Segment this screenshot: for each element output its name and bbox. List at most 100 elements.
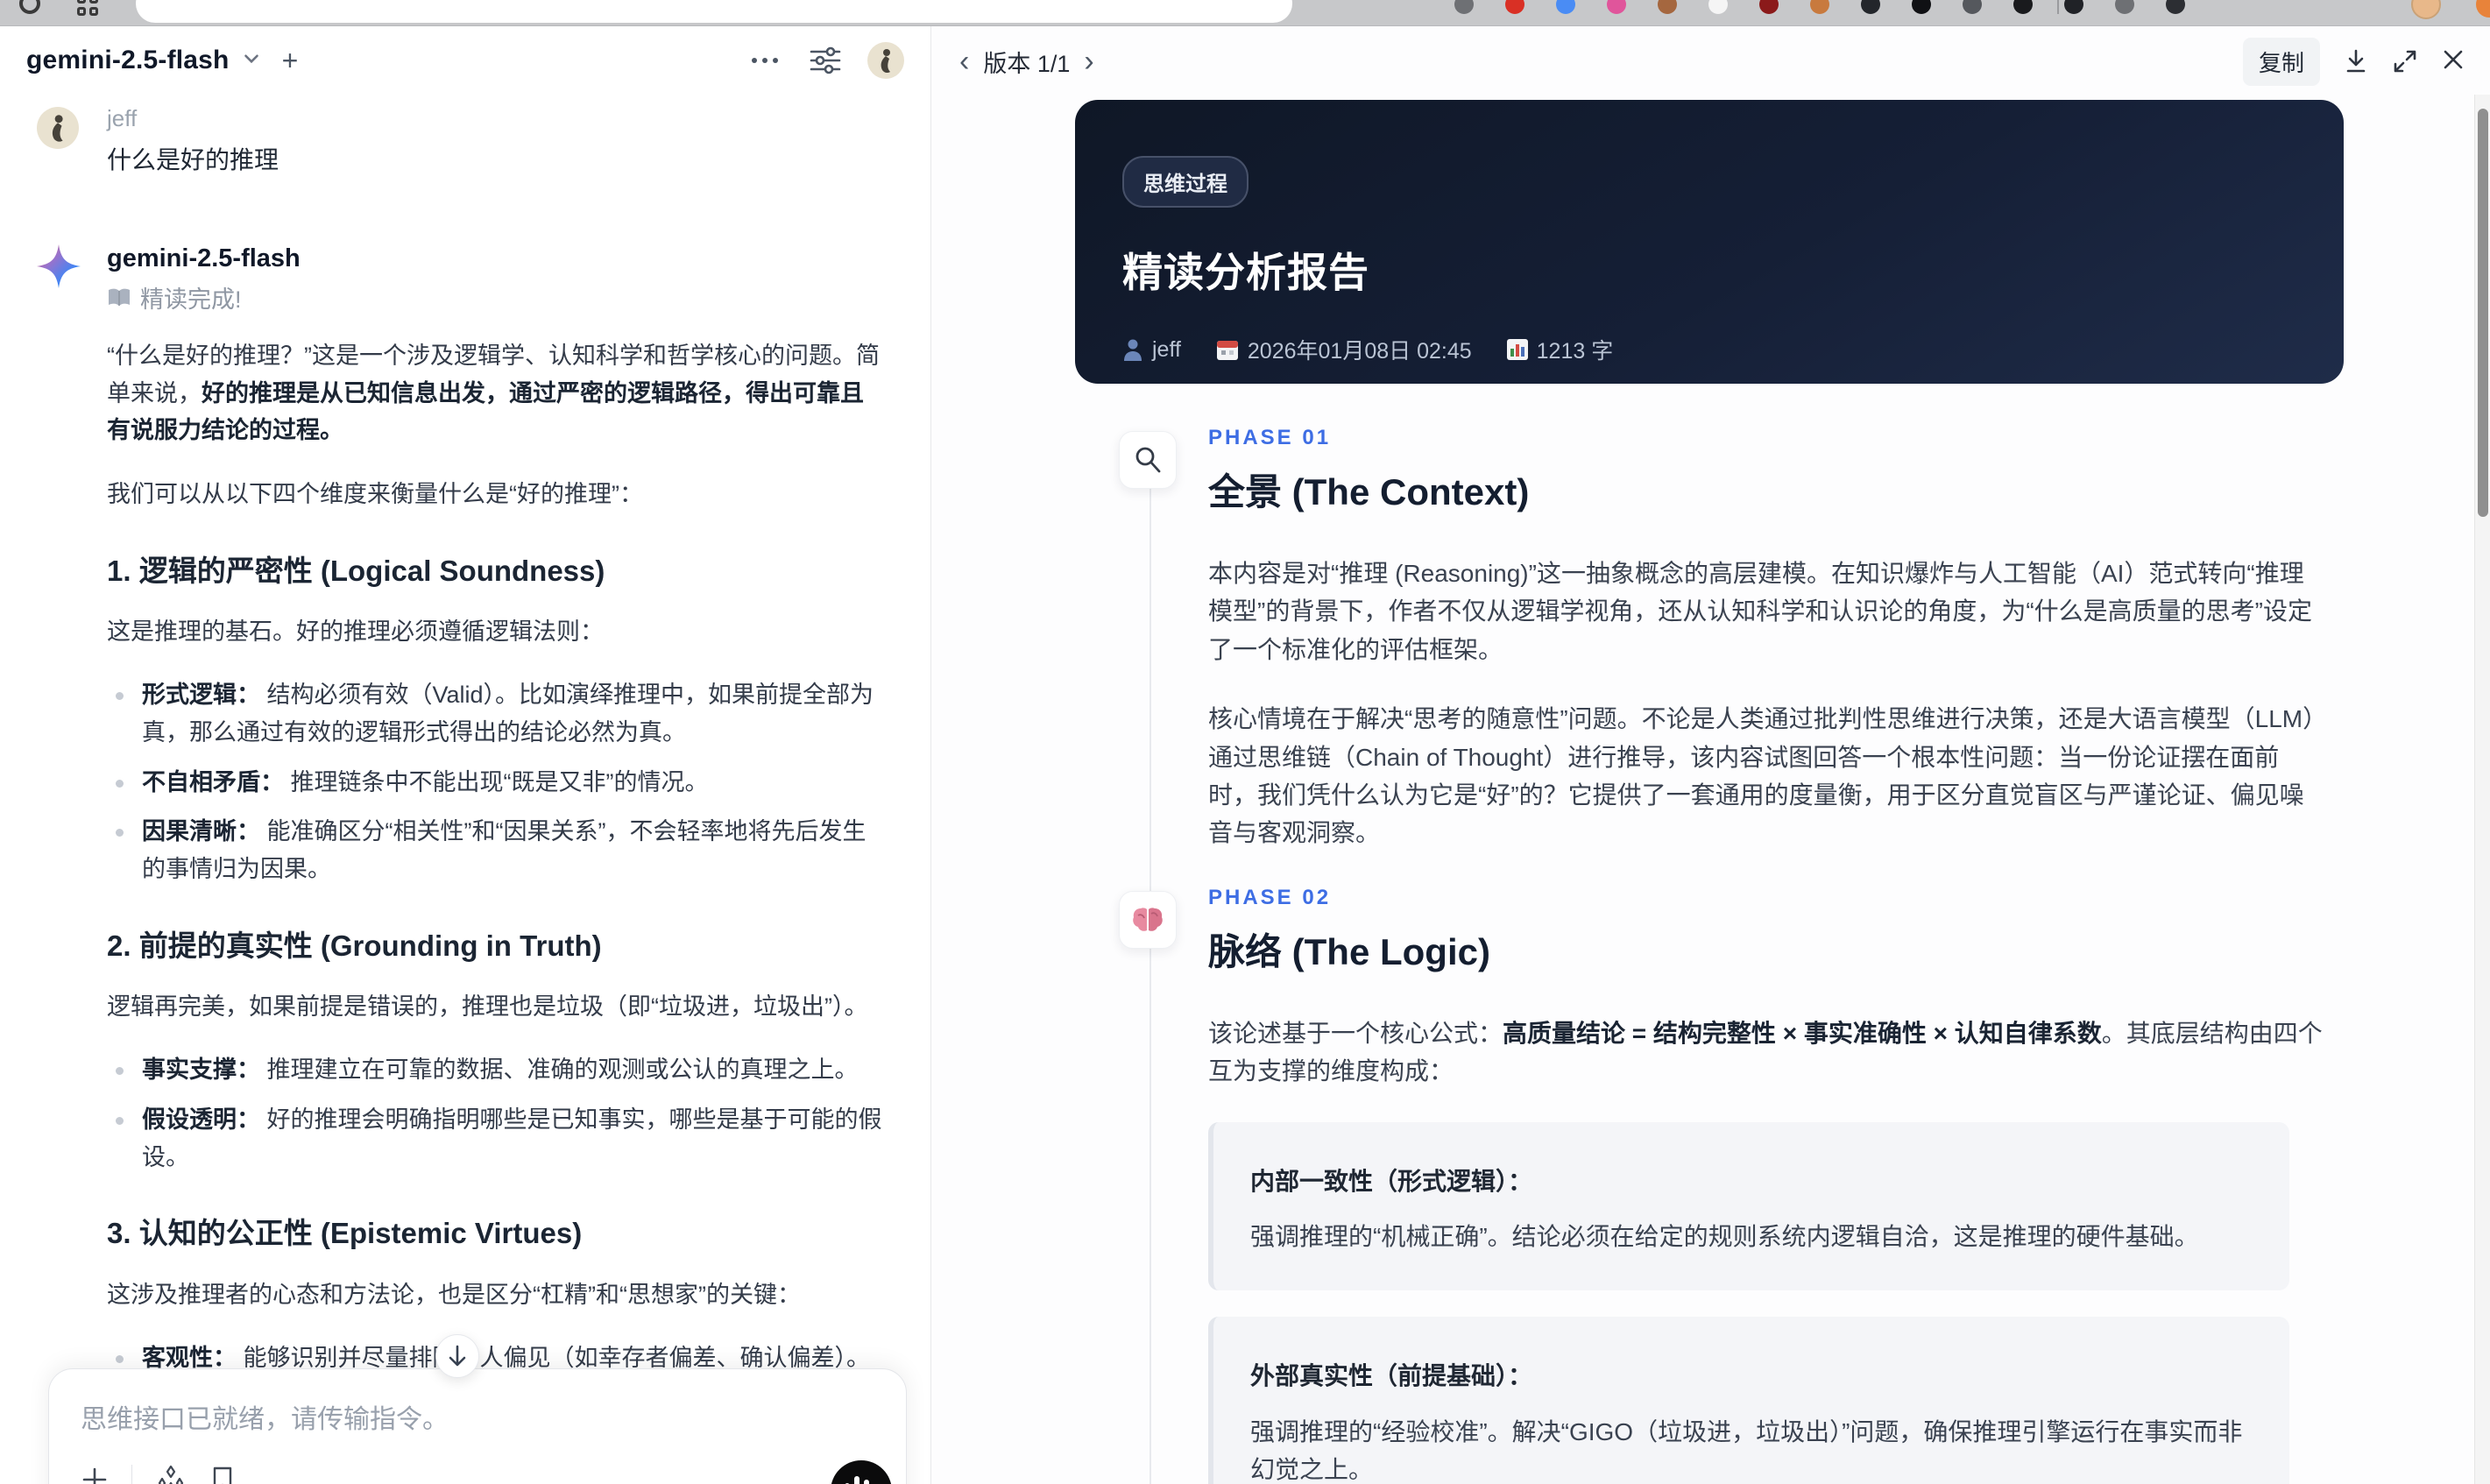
bullet-list: 事实支撑： 推理建立在可靠的数据、准确的观测或公认的真理之上。 假设透明： 好的… [107, 1051, 887, 1176]
wordcount-meta: 1213 字 [1506, 334, 1613, 365]
phase-body: 本内容是对“推理 (Reasoning)”这一抽象概念的高层建模。在知识爆炸与人… [1208, 555, 2325, 852]
report-title: 精读分析报告 [1122, 250, 1369, 295]
section-intro: 逻辑再完美，如果前提是错误的，推理也是垃圾（即“垃圾进，垃圾出”）。 [107, 993, 868, 1020]
person-icon [1124, 339, 1142, 361]
bar-chart-icon [1506, 339, 1528, 360]
close-icon[interactable] [2441, 47, 2465, 76]
composer-toolbar [81, 1464, 236, 1484]
copy-button[interactable]: 复制 [2242, 37, 2320, 86]
phase-title: 脉络 (The Logic) [1208, 930, 1490, 972]
toolbar-divider [2057, 0, 2059, 14]
scrollbar-thumb[interactable] [2478, 109, 2488, 517]
extension-icon[interactable] [1556, 0, 1575, 14]
phase-title: 全景 (The Context) [1208, 471, 1530, 512]
version-label: 版本 1/1 [983, 50, 1071, 77]
chevron-down-icon[interactable] [240, 47, 263, 74]
assistant-status: 精读完成! [107, 280, 887, 314]
assistant-name: gemini-2.5-flash [107, 244, 301, 272]
chat-header: gemini-2.5-flash + [0, 26, 930, 95]
hero-badge: 思维过程 [1122, 156, 1249, 208]
more-options-icon[interactable] [750, 55, 780, 66]
browser-apps-icon[interactable] [77, 0, 100, 16]
assistant-content: “什么是好的推理？”这是一个涉及逻辑学、认知科学和哲学核心的问题。简单来说，好的… [107, 337, 887, 1484]
paragraph: “什么是好的推理？”这是一个涉及逻辑学、认知科学和哲学核心的问题。简单来说，好的… [107, 343, 880, 444]
new-chat-button[interactable]: + [282, 45, 299, 77]
extension-icon[interactable] [1607, 0, 1626, 14]
extension-icon[interactable] [1505, 0, 1524, 14]
chat-panel: gemini-2.5-flash + jeff 什么是好的推理 gemini-2… [0, 26, 931, 1484]
assistant-message: gemini-2.5-flash 精读完成! “什么是好的推理？”这是一个涉及逻… [37, 244, 887, 1484]
composer-input[interactable]: 思维接口已就绪，请传输指令。 [81, 1397, 874, 1436]
phase-section-2: PHASE 02 脉络 (The Logic) 该论述基于一个核心公式：高质量结… [931, 886, 2474, 1484]
voice-input-button[interactable] [831, 1460, 892, 1484]
extension-icon[interactable] [1861, 0, 1880, 14]
extension-icon[interactable] [1912, 0, 1931, 14]
section-intro: 这涉及推理者的心态和方法论，也是区分“杠精”和“思想家”的关键： [107, 1281, 801, 1308]
paragraph: 本内容是对“推理 (Reasoning)”这一抽象概念的高层建模。在知识爆炸与人… [1208, 560, 2312, 663]
phase-label: PHASE 02 [1208, 885, 1332, 909]
message-author: jeff [107, 105, 138, 131]
list-item: 事实支撑： 推理建立在可靠的数据、准确的观测或公认的真理之上。 [107, 1051, 887, 1089]
previous-version-button[interactable]: ‹ [954, 46, 974, 76]
next-version-button[interactable]: › [1079, 46, 1099, 76]
bookmark-icon[interactable] [209, 1465, 236, 1484]
extension-icon[interactable] [1658, 0, 1677, 14]
list-item: 因果清晰： 能准确区分“相关性”和“因果关系”，不会轻率地将先后发生的事情归为因… [107, 813, 887, 887]
browser-address-bar[interactable] [136, 0, 1292, 23]
extension-icon[interactable] [2064, 0, 2083, 14]
extension-icon[interactable] [1708, 0, 1728, 14]
extension-icon[interactable] [1759, 0, 1779, 14]
extension-icon[interactable] [2166, 0, 2185, 14]
extension-icon[interactable] [1454, 0, 1474, 14]
composer[interactable]: 思维接口已就绪，请传输指令。 [48, 1368, 907, 1484]
phase-label: PHASE 01 [1208, 426, 1332, 449]
phase-body: 该论述基于一个核心公式：高质量结论 = 结构完整性 × 事实准确性 × 认知自律… [1208, 1014, 2325, 1091]
section-heading: 3. 认知的公正性 (Epistemic Virtues) [107, 1217, 583, 1250]
calendar-icon [1216, 341, 1238, 360]
list-item: 形式逻辑： 结构必须有效（Valid）。比如演绎推理中，如果前提全部为真，那么通… [107, 676, 887, 751]
report-panel: ‹ 版本 1/1 › 复制 思维过程 精读分析报告 jeff 2026年01月0… [931, 26, 2490, 1484]
brain-icon [1119, 890, 1177, 949]
list-item: 假设透明： 好的推理会明确指明哪些是已知事实，哪些是基于可能的假设。 [107, 1101, 887, 1176]
tune-sliders-icon[interactable] [810, 46, 841, 75]
magnifier-icon [1119, 431, 1177, 489]
profile-avatar[interactable] [867, 42, 904, 79]
section-heading: 2. 前提的真实性 (Grounding in Truth) [107, 929, 602, 962]
author-meta: jeff [1122, 337, 1181, 363]
browser-menu-icon[interactable] [2476, 0, 2490, 18]
report-meta: jeff 2026年01月08日 02:45 1213 字 [1122, 334, 2296, 365]
browser-profile-avatar[interactable] [2411, 0, 2441, 19]
extension-icon[interactable] [1963, 0, 1982, 14]
extension-icon[interactable] [2115, 0, 2134, 14]
scroll-to-bottom-button[interactable] [435, 1334, 479, 1378]
user-avatar [37, 107, 79, 149]
sparkle-tools-icon[interactable] [155, 1464, 187, 1484]
section-intro: 这是推理的基石。好的推理必须遵循逻辑法则： [107, 618, 604, 645]
section-heading: 1. 逻辑的严密性 (Logical Soundness) [107, 554, 605, 587]
dimension-box: 外部真实性（前提基础）： 强调推理的“经验校准”。解决“GIGO（垃圾进，垃圾出… [1208, 1317, 2289, 1484]
paragraph: 核心情境在于解决“思考的随意性”问题。不论是人类通过批判性思维进行决策，还是大语… [1208, 705, 2316, 847]
date-meta: 2026年01月08日 02:45 [1216, 334, 1472, 365]
user-message: jeff 什么是好的推理 [37, 105, 887, 176]
list-item: 不自相矛盾： 推理链条中不能出现“既是又非”的情况。 [107, 764, 887, 802]
paragraph: 该论述基于一个核心公式：高质量结论 = 结构完整性 × 事实准确性 × 认知自律… [1208, 1019, 2323, 1085]
toolbar-divider [131, 1465, 132, 1484]
browser-toolbar [0, 0, 2490, 26]
add-attachment-icon[interactable] [81, 1466, 109, 1484]
bullet-list: 形式逻辑： 结构必须有效（Valid）。比如演绎推理中，如果前提全部为真，那么通… [107, 676, 887, 887]
extension-icon[interactable] [1810, 0, 1829, 14]
report-hero-card: 思维过程 精读分析报告 jeff 2026年01月08日 02:45 1213 … [1075, 100, 2344, 384]
report-content: 思维过程 精读分析报告 jeff 2026年01月08日 02:45 1213 … [931, 98, 2474, 1484]
scrollbar-track[interactable] [2474, 95, 2490, 1484]
download-icon[interactable] [2343, 47, 2369, 75]
message-text: 什么是好的推理 [107, 146, 279, 173]
report-toolbar: ‹ 版本 1/1 › 复制 [931, 26, 2490, 96]
gemini-logo-icon [37, 244, 81, 288]
browser-extensions [1454, 0, 2185, 14]
paragraph: 我们可以从以下四个维度来衡量什么是“好的推理”： [107, 480, 643, 507]
chat-message-list: jeff 什么是好的推理 gemini-2.5-flash 精读完成! “什么是… [0, 96, 930, 1484]
extension-icon[interactable] [2013, 0, 2033, 14]
chat-model-title[interactable]: gemini-2.5-flash [26, 46, 230, 75]
browser-reload-icon[interactable] [19, 0, 40, 14]
expand-icon[interactable] [2392, 48, 2418, 74]
